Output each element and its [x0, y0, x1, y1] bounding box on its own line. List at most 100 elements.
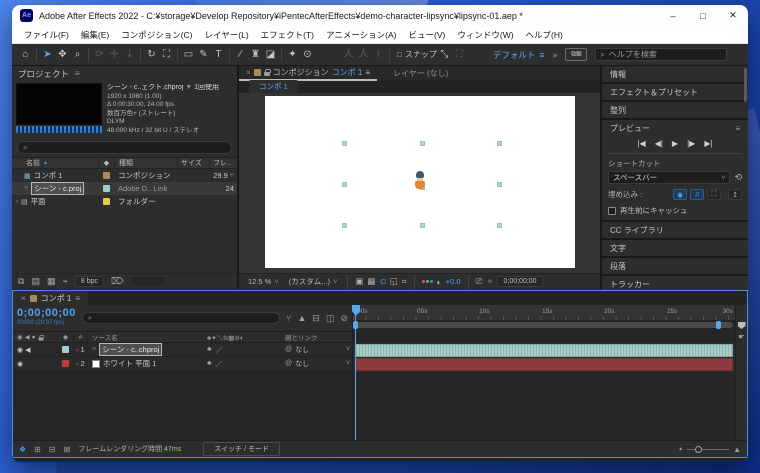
bit-depth-button[interactable]: 8 bpc — [74, 276, 105, 287]
column-fps-label[interactable]: フレ.. — [209, 158, 237, 168]
help-search-input[interactable]: ⌕ ヘルプを検索 — [595, 48, 728, 61]
hand-tool-icon[interactable]: ✥ — [55, 45, 70, 65]
resolution-dropdown[interactable]: (カスタム...) ˅ — [286, 276, 341, 287]
align-panel-tab[interactable]: 整列 — [602, 102, 748, 118]
character-panel-tab[interactable]: 文字 — [602, 240, 748, 256]
dolly-camera-tool-icon[interactable]: ⇣ — [122, 45, 137, 65]
label-color-swatch[interactable] — [102, 172, 110, 179]
sort-ascending-icon[interactable]: ▲ — [43, 160, 48, 166]
transparency-grid-icon[interactable]: ▦ — [367, 276, 375, 287]
label-color-swatch[interactable] — [102, 185, 110, 192]
puppet-tool-icon[interactable]: 人 — [356, 45, 371, 65]
parent-link-column-label[interactable]: 親とリンク — [280, 332, 352, 342]
column-size-label[interactable]: サイズ — [177, 158, 209, 168]
preview-panel-title[interactable]: プレビュー — [610, 123, 650, 134]
info-panel-tab[interactable]: 情報 — [602, 66, 748, 82]
lock-icon[interactable] — [263, 69, 271, 76]
pickwhip-icon[interactable]: @ — [285, 360, 292, 367]
project-row-comp1[interactable]: ▦ コンポ 1 コンポジション 29.9 ⑂ — [12, 169, 237, 182]
title-bar[interactable]: Ae Adobe After Effects 2022 - C:¥storage… — [12, 5, 748, 26]
roto-brush-tool-icon[interactable]: ✦ — [285, 45, 300, 65]
play-button[interactable]: ▶ — [672, 139, 678, 148]
puppet-pin-tool-icon[interactable]: ⊙ — [300, 45, 315, 65]
layer-label-swatch[interactable] — [62, 346, 69, 353]
character-figure[interactable] — [414, 171, 425, 190]
home-icon[interactable]: ⌂ — [18, 45, 33, 65]
eraser-tool-icon[interactable]: ◪ — [263, 45, 278, 65]
menu-layer[interactable]: レイヤー(L) — [199, 29, 255, 41]
menu-window[interactable]: ウィンドウ(W) — [451, 29, 519, 41]
layer-1-duration-bar[interactable] — [355, 344, 733, 357]
layer-label-swatch[interactable] — [62, 360, 69, 367]
close-button[interactable]: ✕ — [718, 5, 748, 26]
adjust-icon[interactable]: ⌁ — [62, 276, 67, 287]
zoom-out-mountain-icon[interactable]: ▲ — [678, 446, 683, 452]
layer-row-1[interactable]: ◉ ◀ › 1 ⑂ シーン - c..chproj ♣ ／ @ なし ˅ — [13, 343, 352, 357]
composition-tab[interactable]: × コンポジション コンポ 1 ≡ — [239, 66, 378, 81]
workspace-menu-icon[interactable]: ≡ — [539, 50, 544, 60]
draft-3d-icon[interactable]: ▲ — [297, 313, 306, 324]
expand-layer-switches-icon[interactable]: ❖ — [19, 445, 26, 454]
item-dropdown-icon[interactable]: ▼ — [185, 84, 192, 91]
layer-panel-tab[interactable]: レイヤー (なし) — [377, 68, 464, 79]
zoom-tool-icon[interactable]: ⌕ — [70, 45, 85, 65]
snap-options-icon[interactable]: ⤡ — [437, 45, 452, 65]
camera-tool-icon[interactable]: ⛶ — [159, 45, 174, 65]
layer-quality-slash-icon[interactable]: ／ — [216, 359, 223, 369]
close-tab-icon[interactable]: × — [21, 294, 26, 303]
clone-stamp-tool-icon[interactable]: ♜ — [248, 45, 263, 65]
brush-tool-icon[interactable]: ∕ — [233, 45, 248, 65]
project-row-folder[interactable]: › ▤ 平面 フォルダー — [12, 195, 237, 208]
item-name-editing[interactable]: シーン - c.proj — [31, 182, 85, 195]
region-of-interest-icon[interactable]: ⟤ — [379, 276, 385, 287]
composition-viewer[interactable] — [239, 93, 600, 273]
column-tag-icon[interactable]: ◆ — [98, 159, 114, 167]
layer-quality-slash-icon[interactable]: ／ — [216, 345, 223, 355]
layer-expand-icon[interactable]: › — [76, 362, 78, 368]
zoom-slider-track[interactable] — [687, 445, 730, 453]
include-audio-icon[interactable]: ♫ — [690, 189, 704, 200]
export-icon[interactable]: ↥ — [728, 189, 742, 200]
menu-help[interactable]: ヘルプ(H) — [520, 29, 569, 41]
playhead[interactable] — [352, 305, 360, 440]
expand-transfer-controls-icon[interactable]: ⊞ — [34, 445, 41, 454]
snap-region-icon[interactable]: ⛶ — [452, 45, 467, 65]
hand-icon[interactable]: ☛ — [738, 333, 744, 341]
reset-shortcut-icon[interactable]: ⟲ — [734, 172, 742, 183]
type-tool-icon[interactable]: T — [211, 45, 226, 65]
share-screenshot-icon[interactable]: ⧉▦ — [565, 48, 588, 61]
motion-blur-icon[interactable]: ⊘ — [340, 313, 348, 324]
timeline-comp-tab[interactable]: × コンポ 1 ≡ — [13, 291, 89, 305]
rectangle-tool-icon[interactable]: ▭ — [181, 45, 196, 65]
comp-marker-button[interactable] — [737, 322, 746, 329]
selection-tool-icon[interactable]: ➤ — [40, 45, 55, 65]
label-color-swatch[interactable] — [102, 198, 110, 205]
label-column-icon[interactable]: ◆ — [57, 333, 73, 341]
show-snapshot-icon[interactable]: ⚭ — [486, 276, 493, 287]
delete-item-icon[interactable]: ⌦ — [111, 276, 124, 287]
expand-render-time-icon[interactable]: ⊠ — [64, 445, 71, 454]
layer-2-duration-bar[interactable] — [355, 358, 733, 371]
viewer-timecode[interactable]: 0;00;00;00 — [497, 276, 543, 287]
snapshot-camera-icon[interactable]: ⎚ — [476, 276, 483, 287]
work-area-end-handle[interactable] — [716, 321, 721, 329]
scrollbar[interactable] — [744, 68, 747, 102]
zoom-in-mountain-icon[interactable]: ▲ — [733, 445, 741, 454]
switches-modes-button[interactable]: スイッチ / モード — [203, 442, 280, 456]
orbit-camera-tool-icon[interactable]: ⟳ — [92, 45, 107, 65]
timeline-zoom-slider[interactable]: ▲ ▲ — [678, 445, 741, 454]
minimize-button[interactable]: – — [658, 5, 688, 26]
folder-expand-icon[interactable]: › — [16, 199, 18, 205]
close-tab-icon[interactable]: × — [246, 68, 251, 77]
pickwhip-icon[interactable]: @ — [285, 346, 292, 353]
frame-blending-icon[interactable]: ◫ — [326, 313, 335, 324]
pan-camera-tool-icon[interactable]: ✛ — [107, 45, 122, 65]
interpret-footage-icon[interactable]: ⧉ — [18, 276, 24, 287]
cache-before-playback-checkbox[interactable] — [608, 206, 616, 215]
layer-source-name[interactable]: ホワイト 平面 1 — [103, 358, 156, 369]
previous-frame-button[interactable]: ◀| — [655, 139, 663, 148]
rotation-tool-icon[interactable]: ↻ — [144, 45, 159, 65]
menu-effect[interactable]: エフェクト(T) — [255, 29, 320, 41]
grid-guides-icon[interactable]: ▣ — [355, 276, 363, 287]
menu-animation[interactable]: アニメーション(A) — [320, 29, 403, 41]
